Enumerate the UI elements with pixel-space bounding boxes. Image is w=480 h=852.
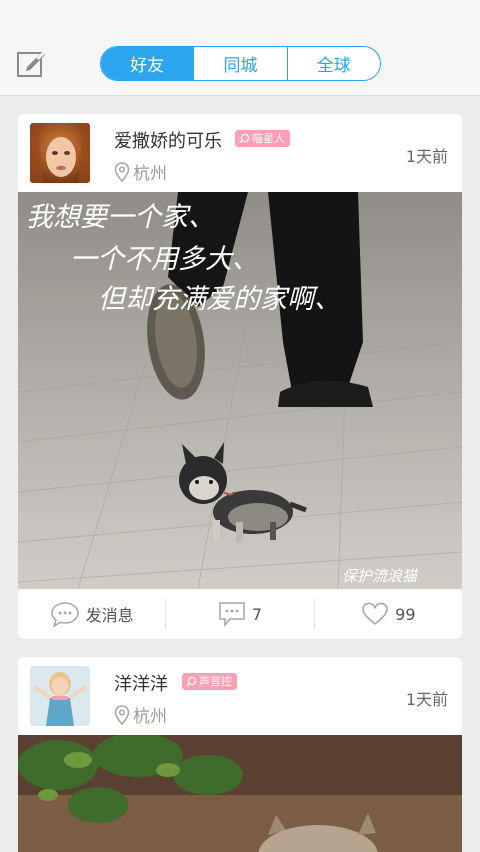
avatar[interactable] — [30, 666, 90, 726]
username[interactable]: 爱撒娇的可乐 — [114, 127, 222, 153]
post-photo[interactable]: 我想要一个家、 一个不用多大、 但却充满爱的家啊、 保护流浪猫 — [18, 192, 462, 590]
post-header: 爱撒娇的可乐 喵星人 杭州 1天前 — [18, 114, 462, 192]
post-card[interactable]: 爱撒娇的可乐 喵星人 杭州 1天前 我想要一个家、 一个不用多大、 但却充满爱的… — [18, 114, 462, 639]
post-actions: 发消息 7 99 — [18, 589, 462, 639]
heart-icon — [362, 602, 388, 626]
post-time: 1天前 — [405, 147, 448, 166]
chat-bubble-icon — [50, 602, 79, 627]
tag-badge-label: 喵星人 — [252, 132, 285, 145]
location-pin-icon — [114, 704, 130, 725]
photo-caption-line-2: 一个不用多大、 — [70, 244, 259, 275]
avatar[interactable] — [30, 123, 90, 183]
location: 杭州 — [114, 702, 167, 727]
send-message-label: 发消息 — [85, 606, 134, 625]
compose-icon[interactable] — [16, 48, 46, 78]
tag-badge: 声音控 — [182, 673, 237, 690]
location-label: 杭州 — [133, 707, 167, 727]
photo-caption-line-3: 但却充满爱的家啊、 — [98, 284, 341, 315]
post-header: 洋洋洋 声音控 杭州 1天前 — [18, 657, 462, 735]
feed-tab-switch: 好友 同城 全球 — [100, 46, 381, 81]
tab-friends[interactable]: 好友 — [101, 47, 194, 80]
search-bubble-icon — [186, 676, 197, 687]
tab-same-city[interactable]: 同城 — [193, 47, 286, 80]
send-message-button[interactable]: 发消息 — [18, 601, 165, 627]
like-count: 99 — [395, 604, 416, 624]
location-label: 杭州 — [133, 164, 167, 184]
photo-watermark: 保护流浪猫 — [342, 567, 419, 585]
search-bubble-icon — [239, 133, 250, 144]
location: 杭州 — [114, 159, 167, 184]
like-button[interactable]: 99 — [315, 602, 462, 626]
post-photo[interactable] — [18, 733, 462, 852]
tab-global[interactable]: 全球 — [286, 47, 380, 80]
post-card[interactable]: 洋洋洋 声音控 杭州 1天前 — [18, 657, 462, 852]
comment-button[interactable]: 7 — [166, 601, 313, 627]
tag-badge: 喵星人 — [235, 130, 290, 147]
comment-count: 7 — [251, 604, 263, 624]
photo-caption-line-1: 我想要一个家、 — [26, 202, 215, 233]
top-bar: 好友 同城 全球 — [0, 0, 480, 96]
comment-icon — [219, 602, 245, 627]
post-time: 1天前 — [405, 690, 448, 709]
location-pin-icon — [114, 161, 130, 182]
username[interactable]: 洋洋洋 — [114, 670, 168, 696]
tag-badge-label: 声音控 — [199, 675, 232, 688]
